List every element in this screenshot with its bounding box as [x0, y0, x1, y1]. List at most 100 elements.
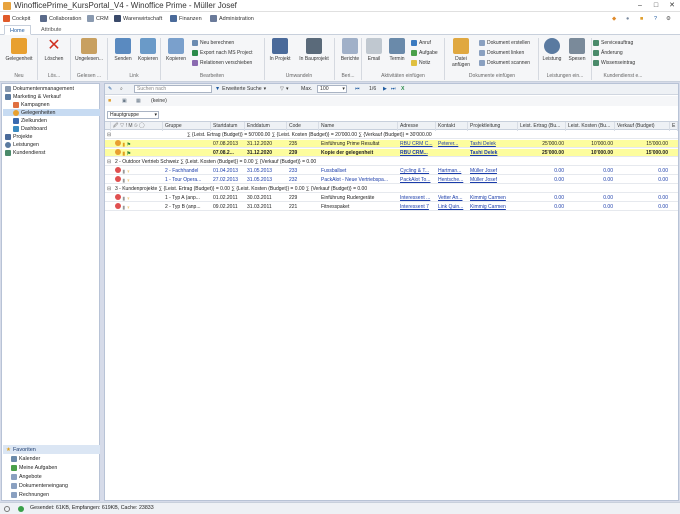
cell-projektleitung-link[interactable]: Müller Josef [468, 167, 518, 175]
search-icon[interactable]: ⌕ [120, 85, 123, 93]
service-entry-button[interactable]: Leistung [539, 37, 565, 69]
cell-kontakt-link[interactable]: Link Quin... [436, 203, 468, 211]
cell-adresse-link[interactable]: RBU CRM C... [398, 140, 436, 148]
cell-kontakt-link[interactable]: Vetter An... [436, 194, 468, 202]
user-icon[interactable]: ● [626, 14, 629, 23]
module-collaboration[interactable]: Collaboration [40, 14, 81, 23]
column-header-leist-kosten[interactable]: Leist. Kosten (Bu... [566, 122, 615, 131]
favorite-meine-aufgaben[interactable]: Meine Aufgaben [3, 464, 100, 471]
email-button[interactable]: Email [362, 37, 386, 69]
cell-projektleitung-link[interactable]: Tashi Delek [468, 149, 518, 157]
nav-item-kampagnen[interactable]: Kampagnen [3, 101, 100, 108]
column-header-name[interactable]: Name [319, 122, 398, 131]
module-administration[interactable]: Administration [210, 14, 254, 23]
note-button[interactable]: Notiz [411, 59, 430, 67]
module-warenwirtschaft[interactable]: Warenwirtschaft [114, 14, 162, 23]
nav-item-zielkunden[interactable]: Zielkunden [3, 117, 100, 124]
module-finanzen[interactable]: Finanzen [170, 14, 202, 23]
appointment-button[interactable]: Termin [385, 37, 409, 69]
table-row[interactable]: ▮ ♆ 1 - Tour Opera... 27.02.2013 31.05.2… [105, 176, 678, 184]
group-by-field[interactable]: Hauptgruppe ▾ [107, 111, 159, 119]
collapse-icon[interactable]: ⊟ [105, 185, 113, 193]
tab-attribute[interactable]: Attribute [36, 25, 66, 35]
folder-icon[interactable]: ■ [108, 97, 111, 105]
nav-item-projekte[interactable]: Projekte [3, 133, 100, 140]
knowledge-entry-button[interactable]: Wissenseintrag [593, 59, 635, 67]
cell-adresse-link[interactable]: PackAlot To... [398, 176, 436, 184]
cell-adresse-link[interactable]: RBU CRM... [398, 149, 436, 157]
save-filter-icon[interactable]: ▣ [122, 97, 127, 105]
scan-document-button[interactable]: Dokument scannen [479, 59, 530, 67]
lock-icon[interactable]: ■ [640, 14, 643, 23]
column-header-e[interactable]: E [670, 122, 678, 131]
service-order-button[interactable]: Serviceauftrag [593, 39, 633, 47]
search-input[interactable]: Suchen nach [134, 85, 212, 93]
nav-item-gelegenheiten[interactable]: Gelegenheiten [3, 109, 100, 116]
cell-projektleitung-link[interactable]: Kimmig Carmen [468, 203, 518, 211]
cell-kontakt-link[interactable]: Peterer... [436, 140, 468, 148]
nav-item-dashboard[interactable]: Dashboard [3, 125, 100, 132]
settings-icon[interactable]: ⚙ [666, 14, 671, 23]
cell-kontakt-link[interactable]: Hentsche... [436, 176, 468, 184]
pencil-icon[interactable]: ✎ [108, 85, 112, 93]
group-row[interactable]: ⊟ 3 - Kundenprojekte ∑ {Leist. Ertrag (B… [105, 185, 678, 193]
to-construction-project-button[interactable]: In Bauprojekt [296, 37, 332, 69]
grid-settings-icon[interactable]: ▦ [136, 97, 141, 105]
column-header-leist-ertrag[interactable]: Leist. Ertrag (Bu... [518, 122, 566, 131]
to-project-button[interactable]: In Projekt [265, 37, 295, 69]
column-header-kontakt[interactable]: Kontakt [436, 122, 468, 131]
table-row[interactable]: ▮ ⚑ 07.08.2... 31.12.2020 239 Kopie der … [105, 149, 678, 157]
column-header-startdatum[interactable]: Startdatum [211, 122, 245, 131]
cell-projektleitung-link[interactable]: Müller Josef [468, 176, 518, 184]
excel-export-icon[interactable]: X [401, 85, 404, 93]
table-row[interactable]: ▮ ♆ 2 - Typ B (anp... 09.02.2011 31.03.2… [105, 203, 678, 211]
nav-item-kundendienst[interactable]: Kundendienst [3, 149, 100, 156]
gelegenheit-button[interactable]: Gelegenheit [3, 37, 35, 69]
next-page-icon[interactable]: ▶ [383, 85, 387, 93]
help-icon[interactable]: ? [654, 14, 657, 23]
column-header-code[interactable]: Code [287, 122, 319, 131]
column-header-adresse[interactable]: Adresse [398, 122, 436, 131]
minimize-button[interactable]: – [632, 0, 648, 12]
call-button[interactable]: Anruf [411, 39, 431, 47]
delete-button[interactable]: ✕ Löschen [39, 37, 69, 69]
collapse-icon[interactable]: ⊟ [105, 131, 113, 139]
move-relations-button[interactable]: Relationen verschieben [192, 59, 252, 67]
favorite-dokumenteneingang[interactable]: Dokumenteneingang [3, 482, 100, 489]
group-row[interactable]: ⊟ 2 - Outdoor Vertrieb Schweiz ∑ {Leist.… [105, 158, 678, 166]
cell-kontakt-link[interactable]: Hartman... [436, 167, 468, 175]
cell-projektleitung-link[interactable]: Tashi Delek [468, 140, 518, 148]
nav-item-dokumentenmanagement[interactable]: Dokumentenmanagement [3, 85, 100, 92]
recalculate-button[interactable]: Neu berechnen [192, 39, 234, 47]
column-header-projektleitung[interactable]: Projektleitung [468, 122, 518, 131]
copy-link-button[interactable]: Kopieren [133, 37, 163, 69]
tab-home[interactable]: Home [4, 25, 31, 35]
module-crm[interactable]: CRM [87, 14, 109, 23]
max-rows-select[interactable]: 100 ▾ [317, 85, 347, 93]
change-button[interactable]: Änderung [593, 49, 623, 57]
attach-file-button[interactable]: Datei anfügen [446, 37, 476, 69]
copy-button[interactable]: Kopieren [161, 37, 191, 69]
bell-icon[interactable]: ◆ [612, 14, 616, 23]
table-row[interactable]: ▮ ♆ 1 - Typ A (anp... 01.02.2011 30.03.2… [105, 194, 678, 202]
last-page-icon[interactable]: ⏭ [391, 85, 396, 93]
cell-adresse-link[interactable]: Interessent ... [398, 194, 436, 202]
create-document-button[interactable]: Dokument erstellen [479, 39, 530, 47]
link-document-button[interactable]: Dokument linken [479, 49, 524, 57]
module-cockpit[interactable]: Cockpit [3, 14, 30, 23]
task-button[interactable]: Aufgabe [411, 49, 438, 57]
close-button[interactable]: ✕ [664, 0, 680, 12]
collapse-icon[interactable]: ⊟ [105, 158, 113, 166]
nav-item-leistungen[interactable]: Leistungen [3, 141, 100, 148]
column-header-gruppe[interactable]: Gruppe [163, 122, 211, 131]
favorite-angebote[interactable]: Angebote [3, 473, 100, 480]
table-row[interactable]: ▮ ⚑ 07.08.2013 31.12.2020 235 Einführung… [105, 140, 678, 148]
cell-adresse-link[interactable]: Cycling & T... [398, 167, 436, 175]
filter-dropdown[interactable]: ▽ ▾ [280, 85, 289, 93]
favorites-header[interactable]: ★ Favoriten [3, 445, 100, 454]
unread-button[interactable]: Ungelesen... [72, 37, 106, 69]
maximize-button[interactable]: □ [648, 0, 664, 12]
extended-search-button[interactable]: ▼ Erweiterte Suche ▾ [215, 85, 266, 93]
cell-projektleitung-link[interactable]: Kimmig Carmen [468, 194, 518, 202]
favorite-kalender[interactable]: Kalender [3, 455, 100, 462]
